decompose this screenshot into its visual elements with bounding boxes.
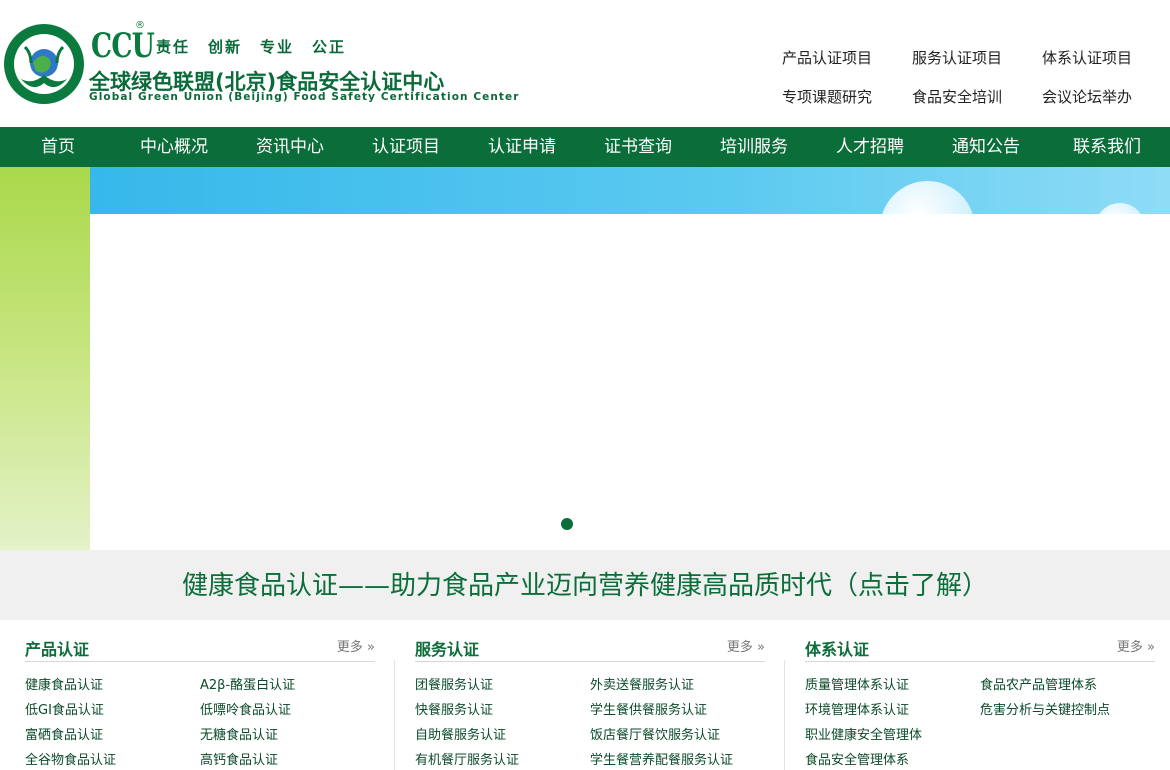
column-divider [784,660,785,770]
list-item[interactable]: 食品农产品管理体系 [980,676,1155,695]
list-item[interactable]: 学生餐供餐服务认证 [590,701,765,720]
nav-item-apply[interactable]: 认证申请 [464,127,580,167]
slide-indicator-dot[interactable] [561,518,573,530]
list-item[interactable]: 高钙食品认证 [200,751,375,770]
quick-link[interactable]: 服务认证项目 [912,47,1042,68]
list-item [980,751,1155,770]
quick-link[interactable]: 会议论坛举办 [1042,86,1152,107]
column-system-certification: 体系认证 更多 » 质量管理体系认证 食品农产品管理体系 环境管理体系认证 危害… [805,620,1155,770]
nav-item-training[interactable]: 培训服务 [696,127,812,167]
quick-link[interactable]: 专项课题研究 [782,86,912,107]
nav-item-certification-projects[interactable]: 认证项目 [348,127,464,167]
list-item[interactable]: 食品安全管理体系 [805,751,980,770]
column-divider [394,660,395,770]
list-item[interactable]: 健康食品认证 [25,676,200,695]
quick-link[interactable]: 产品认证项目 [782,47,912,68]
slogan-word: 专业 [260,38,295,56]
nav-item-certificate-query[interactable]: 证书查询 [580,127,696,167]
nav-item-about[interactable]: 中心概况 [116,127,232,167]
list-item [980,726,1155,745]
banner-sky-image [90,167,1170,214]
more-link[interactable]: 更多 » [727,636,765,655]
nav-item-careers[interactable]: 人才招聘 [812,127,928,167]
main-nav: 首页 中心概况 资讯中心 认证项目 认证申请 证书查询 培训服务 人才招聘 通知… [0,127,1170,167]
promo-link[interactable]: 健康食品认证——助力食品产业迈向营养健康高品质时代（点击了解） [0,550,1170,620]
column-title: 产品认证 [25,640,90,659]
ggu-emblem-logo[interactable] [3,23,85,105]
org-name-en: Global Green Union (Beijing) Food Safety… [89,91,520,103]
slogan: 责任 创新 专业 公正 [156,36,346,57]
list-item[interactable]: 职业健康安全管理体 [805,726,980,745]
column-title: 体系认证 [805,640,870,659]
nav-item-contact[interactable]: 联系我们 [1044,127,1170,167]
list-item[interactable]: 自助餐服务认证 [415,726,590,745]
more-link[interactable]: 更多 » [337,636,375,655]
column-header: 产品认证 更多 » [25,620,375,662]
bubble-decoration [880,181,975,214]
registered-mark: ® [135,20,145,31]
quick-link[interactable]: 食品安全培训 [912,86,1042,107]
list-item[interactable]: 饭店餐厅餐饮服务认证 [590,726,765,745]
more-link[interactable]: 更多 » [1117,636,1155,655]
list-item[interactable]: 团餐服务认证 [415,676,590,695]
slogan-word: 责任 [156,38,191,56]
list-item[interactable]: 全谷物食品认证 [25,751,200,770]
column-title: 服务认证 [415,640,480,659]
list-item[interactable]: 快餐服务认证 [415,701,590,720]
list-item[interactable]: 富硒食品认证 [25,726,200,745]
list-item[interactable]: 低嘌呤食品认证 [200,701,375,720]
slogan-word: 创新 [208,38,243,56]
list-item[interactable]: 外卖送餐服务认证 [590,676,765,695]
list-item[interactable]: 有机餐厅服务认证 [415,751,590,770]
column-product-certification: 产品认证 更多 » 健康食品认证 A2β-酪蛋白认证 低GI食品认证 低嘌呤食品… [25,620,375,770]
quick-links: 产品认证项目 服务认证项目 体系认证项目 专项课题研究 食品安全培训 会议论坛举… [782,47,1152,107]
quick-link[interactable]: 体系认证项目 [1042,47,1152,68]
list-item[interactable]: 环境管理体系认证 [805,701,980,720]
column-list: 质量管理体系认证 食品农产品管理体系 环境管理体系认证 危害分析与关键控制点 职… [805,676,1155,770]
column-list: 团餐服务认证 外卖送餐服务认证 快餐服务认证 学生餐供餐服务认证 自助餐服务认证… [415,676,765,770]
list-item[interactable]: 学生餐营养配餐服务认证 [590,751,765,770]
list-item[interactable]: 低GI食品认证 [25,701,200,720]
list-item[interactable]: 危害分析与关键控制点 [980,701,1155,720]
column-header: 服务认证 更多 » [415,620,765,662]
list-item[interactable]: 无糖食品认证 [200,726,375,745]
banner-side-panel [0,167,90,550]
hero-banner[interactable] [0,167,1170,550]
nav-item-news[interactable]: 资讯中心 [232,127,348,167]
list-item[interactable]: A2β-酪蛋白认证 [200,676,375,695]
column-header: 体系认证 更多 » [805,620,1155,662]
certification-columns: 产品认证 更多 » 健康食品认证 A2β-酪蛋白认证 低GI食品认证 低嘌呤食品… [0,620,1170,770]
bubble-decoration [1095,203,1145,214]
column-list: 健康食品认证 A2β-酪蛋白认证 低GI食品认证 低嘌呤食品认证 富硒食品认证 … [25,676,375,770]
slogan-word: 公正 [312,38,347,56]
column-service-certification: 服务认证 更多 » 团餐服务认证 外卖送餐服务认证 快餐服务认证 学生餐供餐服务… [415,620,765,770]
site-header: CCU ® 责任 创新 专业 公正 全球绿色联盟(北京)食品安全认证中心 Glo… [0,0,1170,127]
list-item[interactable]: 质量管理体系认证 [805,676,980,695]
ccu-wordmark: CCU [91,26,155,66]
nav-item-home[interactable]: 首页 [0,127,116,167]
nav-item-notices[interactable]: 通知公告 [928,127,1044,167]
